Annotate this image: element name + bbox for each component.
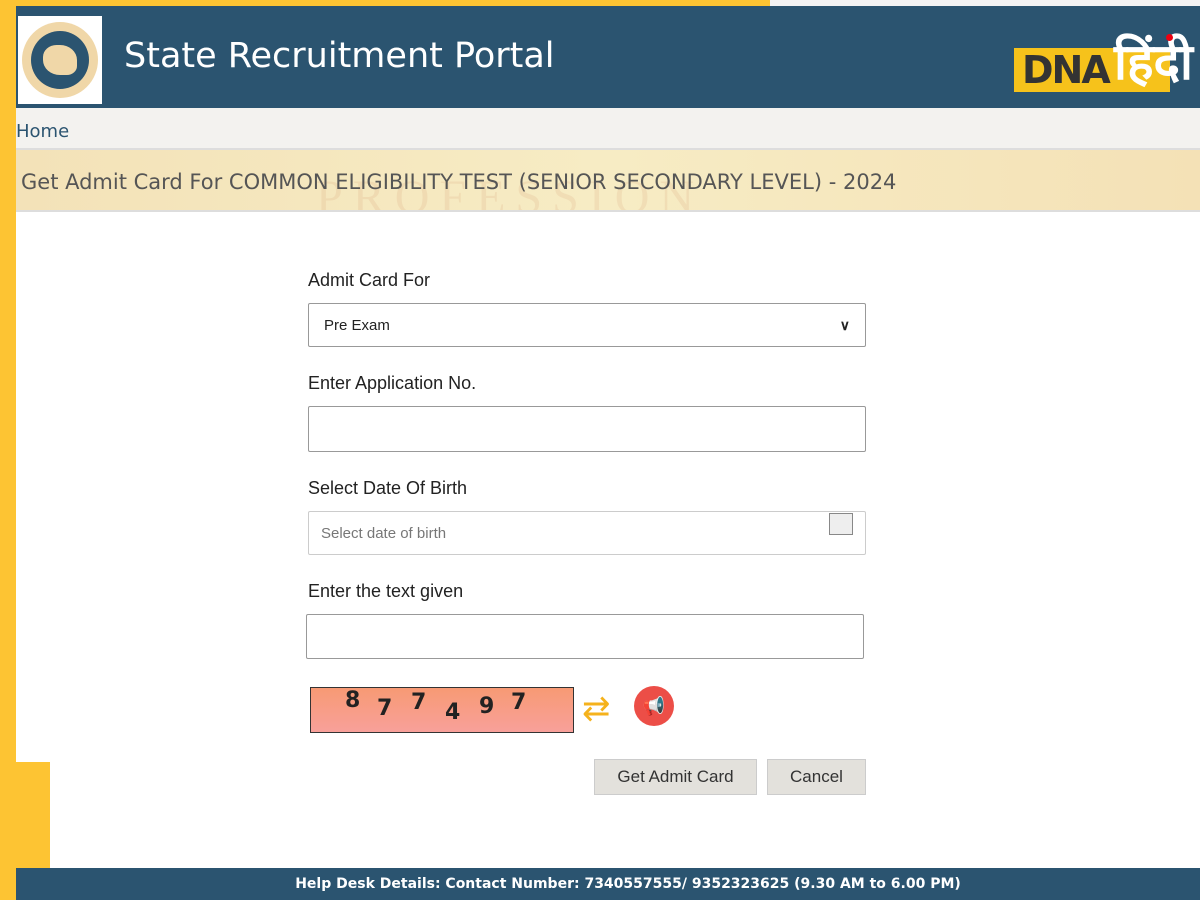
chevron-down-icon: ∨ bbox=[839, 316, 850, 333]
admit-card-for-label: Admit Card For bbox=[308, 270, 431, 290]
cancel-button[interactable]: Cancel bbox=[767, 759, 866, 795]
home-link[interactable]: Home bbox=[16, 121, 69, 142]
application-input[interactable] bbox=[308, 406, 866, 452]
calendar-icon[interactable] bbox=[829, 513, 853, 535]
dna-hindi-logo: DNA हिंदी bbox=[1014, 26, 1193, 112]
captcha-char: 7 bbox=[411, 690, 427, 715]
admit-card-form: Admit Card For Pre Exam ∨ Enter Applicat… bbox=[306, 270, 868, 659]
admit-card-for-select[interactable]: Pre Exam ∨ bbox=[308, 303, 866, 347]
header: State Recruitment Portal DNA हिंदी bbox=[16, 6, 1200, 108]
captcha-char: 4 bbox=[445, 700, 461, 725]
dob-label: Select Date Of Birth bbox=[308, 478, 468, 498]
portal-logo bbox=[18, 16, 102, 104]
refresh-captcha-icon[interactable]: ⇄ bbox=[582, 692, 611, 726]
captcha-char: 8 bbox=[345, 688, 361, 713]
page-title: State Recruitment Portal bbox=[124, 36, 555, 76]
captcha-label: Enter the text given bbox=[308, 581, 464, 601]
get-admit-card-button[interactable]: Get Admit Card bbox=[594, 759, 757, 795]
page-heading: Get Admit Card For COMMON ELIGIBILITY TE… bbox=[21, 170, 897, 194]
captcha-char: 7 bbox=[377, 696, 393, 721]
dob-placeholder: Select date of birth bbox=[321, 524, 447, 542]
dob-input[interactable]: Select date of birth bbox=[308, 511, 866, 555]
banner: PROFESSION Get Admit Card For COMMON ELI… bbox=[16, 150, 1200, 212]
footer-helpdesk: Help Desk Details: Contact Number: 73405… bbox=[16, 868, 1200, 900]
audio-captcha-icon[interactable]: 📢 bbox=[634, 686, 674, 726]
nav-bar: Home bbox=[16, 108, 1200, 150]
captcha-char: 9 bbox=[479, 694, 495, 719]
select-value: Pre Exam bbox=[324, 316, 390, 334]
captcha-input[interactable] bbox=[306, 614, 864, 659]
captcha-image: 8 7 7 4 9 7 bbox=[310, 687, 574, 733]
application-label: Enter Application No. bbox=[308, 373, 477, 393]
captcha-char: 7 bbox=[511, 690, 527, 715]
